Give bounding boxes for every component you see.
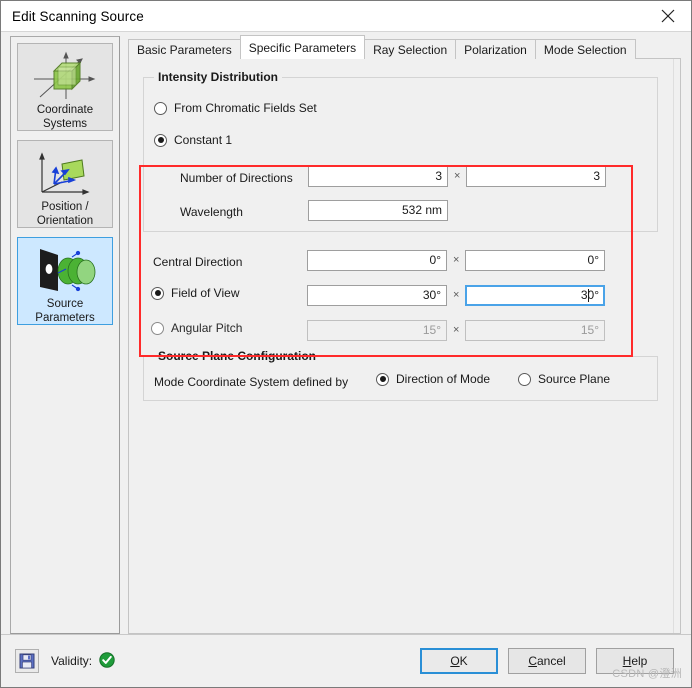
navigation-sidebar: Coordinate Systems Position / Orientatio…	[10, 36, 120, 634]
radio-indicator[interactable]	[518, 372, 531, 386]
radio-indicator[interactable]	[151, 286, 164, 300]
tab-polarization[interactable]: Polarization	[455, 39, 536, 59]
close-icon[interactable]	[645, 1, 691, 31]
mode-coordinate-system-prompt: Mode Coordinate System defined by	[154, 375, 349, 389]
check-circle-icon	[99, 652, 115, 668]
radio-indicator[interactable]	[151, 321, 164, 335]
radio-label: Angular Pitch	[171, 321, 243, 335]
radio-direction-of-mode[interactable]: Direction of Mode	[376, 372, 490, 386]
central-direction-y-input[interactable]: 0°	[465, 250, 605, 271]
source-plane-configuration-group: Source Plane Configuration Mode Coordina…	[143, 349, 658, 401]
ok-button[interactable]: OK	[420, 648, 498, 674]
field-of-view-x-input[interactable]: 30°	[307, 285, 447, 306]
radio-label: From Chromatic Fields Set	[174, 101, 317, 115]
central-direction-x-input[interactable]: 0°	[307, 250, 447, 271]
angular-pitch-separator: ×	[453, 324, 460, 336]
ok-button-label: OK	[450, 654, 468, 668]
save-glyph	[19, 653, 35, 669]
source-plane-configuration-title: Source Plane Configuration	[154, 349, 321, 363]
field-of-view-separator: ×	[453, 289, 460, 301]
coordinate-systems-glyph	[34, 51, 96, 99]
coordinate-systems-icon	[23, 49, 107, 103]
radio-field-of-view[interactable]: Field of View	[151, 286, 239, 300]
vertical-scrollbar-track[interactable]	[673, 59, 680, 633]
sidebar-label-line2: Orientation	[36, 215, 94, 227]
sidebar-item-label: Source Parameters	[35, 297, 94, 330]
sidebar-item-position-orientation[interactable]: Position / Orientation	[17, 140, 113, 228]
tab-basic-parameters[interactable]: Basic Parameters	[128, 39, 241, 59]
sidebar-label-line1: Position /	[41, 201, 89, 213]
dialog-footer: Validity: OK Cancel Help CSDN @澄洲	[1, 634, 691, 687]
radio-angular-pitch[interactable]: Angular Pitch	[151, 321, 242, 335]
sidebar-label-line2: Systems	[42, 118, 88, 130]
wavelength-label: Wavelength	[180, 205, 243, 219]
title-bar: Edit Scanning Source	[1, 1, 691, 31]
radio-indicator[interactable]	[154, 133, 167, 147]
intensity-distribution-title: Intensity Distribution	[154, 70, 282, 84]
close-glyph	[661, 9, 675, 23]
angular-pitch-y-input: 15°	[465, 320, 605, 341]
radio-label: Constant 1	[174, 133, 233, 147]
dialog-body: Coordinate Systems Position / Orientatio…	[1, 31, 691, 634]
tab-ray-selection[interactable]: Ray Selection	[364, 39, 457, 59]
radio-indicator[interactable]	[376, 372, 389, 386]
sidebar-label-line1: Source	[46, 298, 84, 310]
central-direction-label: Central Direction	[153, 255, 243, 269]
tab-specific-parameters[interactable]: Specific Parameters	[239, 35, 366, 59]
sidebar-label-line1: Coordinate	[36, 104, 94, 116]
source-parameters-glyph	[40, 249, 96, 292]
specific-parameters-panel: Intensity Distribution From Chromatic Fi…	[128, 58, 681, 634]
sidebar-item-label: Position / Orientation	[37, 200, 93, 233]
source-parameters-icon	[23, 243, 107, 297]
position-orientation-icon	[23, 146, 107, 200]
radio-from-chromatic-fields-set[interactable]: From Chromatic Fields Set	[154, 101, 317, 115]
position-orientation-glyph	[39, 152, 90, 195]
tab-mode-selection[interactable]: Mode Selection	[534, 39, 636, 59]
check-circle-glyph	[99, 652, 115, 668]
cancel-button-label: Cancel	[528, 654, 566, 668]
validity-label: Validity:	[51, 654, 93, 668]
window-title: Edit Scanning Source	[12, 8, 144, 24]
sidebar-item-label: Coordinate Systems	[37, 103, 93, 136]
radio-label: Field of View	[171, 286, 240, 300]
text-caret	[588, 289, 589, 302]
sidebar-item-coordinate-systems[interactable]: Coordinate Systems	[17, 43, 113, 131]
angular-pitch-x-input: 15°	[307, 320, 447, 341]
help-button-label: Help	[622, 654, 648, 668]
field-of-view-y-input[interactable]: 30°	[465, 285, 605, 306]
save-icon[interactable]	[15, 649, 39, 673]
number-of-directions-label: Number of Directions	[180, 171, 293, 185]
radio-source-plane[interactable]: Source Plane	[518, 372, 610, 386]
number-of-directions-y-input[interactable]: 3	[466, 166, 606, 187]
dialog-window: Edit Scanning Source Coordinate Systems …	[0, 0, 692, 688]
radio-constant-1[interactable]: Constant 1	[154, 133, 232, 147]
content-pane: Basic Parameters Specific Parameters Ray…	[128, 35, 681, 634]
wavelength-input[interactable]: 532 nm	[308, 200, 448, 221]
intensity-distribution-group: Intensity Distribution From Chromatic Fi…	[143, 70, 658, 232]
radio-indicator[interactable]	[154, 101, 167, 115]
sidebar-item-source-parameters[interactable]: Source Parameters	[17, 237, 113, 325]
sidebar-label-line2: Parameters	[35, 312, 95, 324]
help-button[interactable]: Help	[596, 648, 674, 674]
central-direction-separator: ×	[453, 254, 460, 266]
cancel-button[interactable]: Cancel	[508, 648, 586, 674]
number-of-directions-separator: ×	[454, 170, 461, 182]
radio-label: Source Plane	[538, 372, 611, 386]
number-of-directions-x-input[interactable]: 3	[308, 166, 448, 187]
tab-bar: Basic Parameters Specific Parameters Ray…	[128, 35, 681, 59]
radio-label: Direction of Mode	[396, 372, 491, 386]
